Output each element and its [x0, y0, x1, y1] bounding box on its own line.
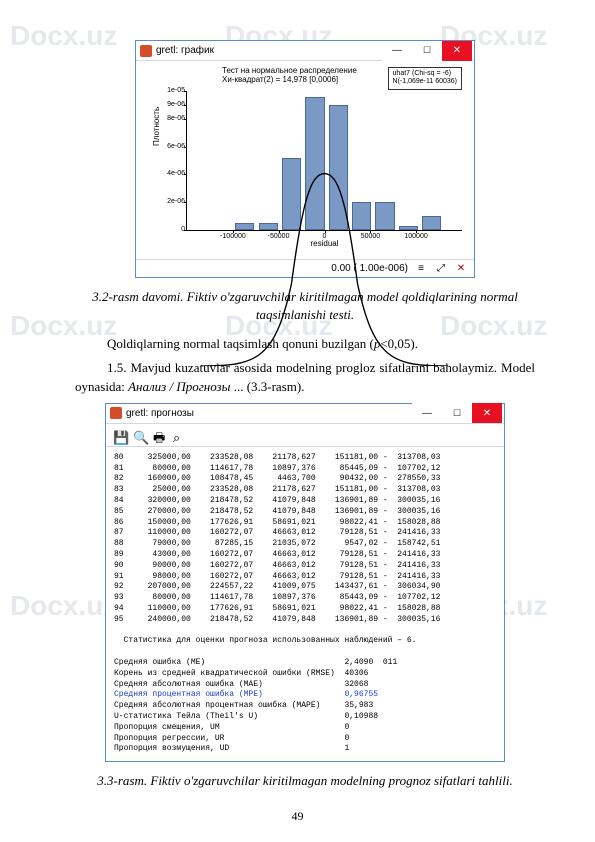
- chart-window: gretl: график Тест на нормальное распред…: [135, 40, 475, 278]
- chart-plot: 0 2e-06 4e-06 6e-06 8e-06 9e-06 1e-05 -1…: [186, 91, 462, 231]
- chart-legend: uhat7 (Chi-sq = -6) N(-1,069e-11 60036): [388, 67, 462, 90]
- search-icon[interactable]: ⌕: [172, 427, 188, 443]
- save-icon[interactable]: 💾: [112, 427, 128, 443]
- app-icon: [140, 45, 152, 57]
- normal-curve: [187, 91, 462, 366]
- window-title: gretl: прогнозы: [126, 406, 194, 421]
- ytick: 8e-06: [167, 114, 185, 125]
- ytick: 6e-06: [167, 141, 185, 152]
- x-axis-label: residual: [310, 238, 338, 250]
- figure-caption-2: 3.3-rasm. Fiktiv o'zgaruvchilar kiritilm…: [75, 772, 535, 790]
- maximize-button[interactable]: [442, 403, 472, 423]
- close-button[interactable]: [472, 403, 502, 423]
- window-title: gretl: график: [156, 43, 214, 58]
- ytick: 2e-06: [167, 197, 185, 208]
- zoom-icon[interactable]: 🔍: [132, 427, 148, 443]
- ytick: 4e-06: [167, 169, 185, 180]
- ytick: 9e-06: [167, 100, 185, 111]
- close-button[interactable]: [442, 41, 472, 61]
- chart-title: Тест на нормальное распределение Хи-квад…: [222, 67, 357, 85]
- ytick: 1e-05: [167, 86, 185, 97]
- maximize-button[interactable]: [412, 41, 442, 61]
- minimize-button[interactable]: [382, 41, 412, 61]
- minimize-button[interactable]: [412, 403, 442, 423]
- titlebar[interactable]: gretl: график: [136, 41, 474, 61]
- forecast-table: 80 325000,00 233528,08 21178,627 151181,…: [106, 447, 504, 761]
- forecast-window: gretl: прогнозы 💾 🔍 🖶 ⌕ 80 325000,00 233…: [105, 403, 505, 762]
- app-icon: [110, 407, 122, 419]
- toolbar: 💾 🔍 🖶 ⌕: [106, 424, 504, 447]
- page-number: 49: [0, 809, 595, 824]
- chart-area: Тест на нормальное распределение Хи-квад…: [142, 65, 468, 255]
- y-axis-label: Плотность: [151, 106, 163, 145]
- print-icon[interactable]: 🖶: [152, 427, 168, 443]
- chart-body: Тест на нормальное распределение Хи-квад…: [136, 61, 474, 259]
- titlebar[interactable]: gretl: прогнозы: [106, 404, 504, 424]
